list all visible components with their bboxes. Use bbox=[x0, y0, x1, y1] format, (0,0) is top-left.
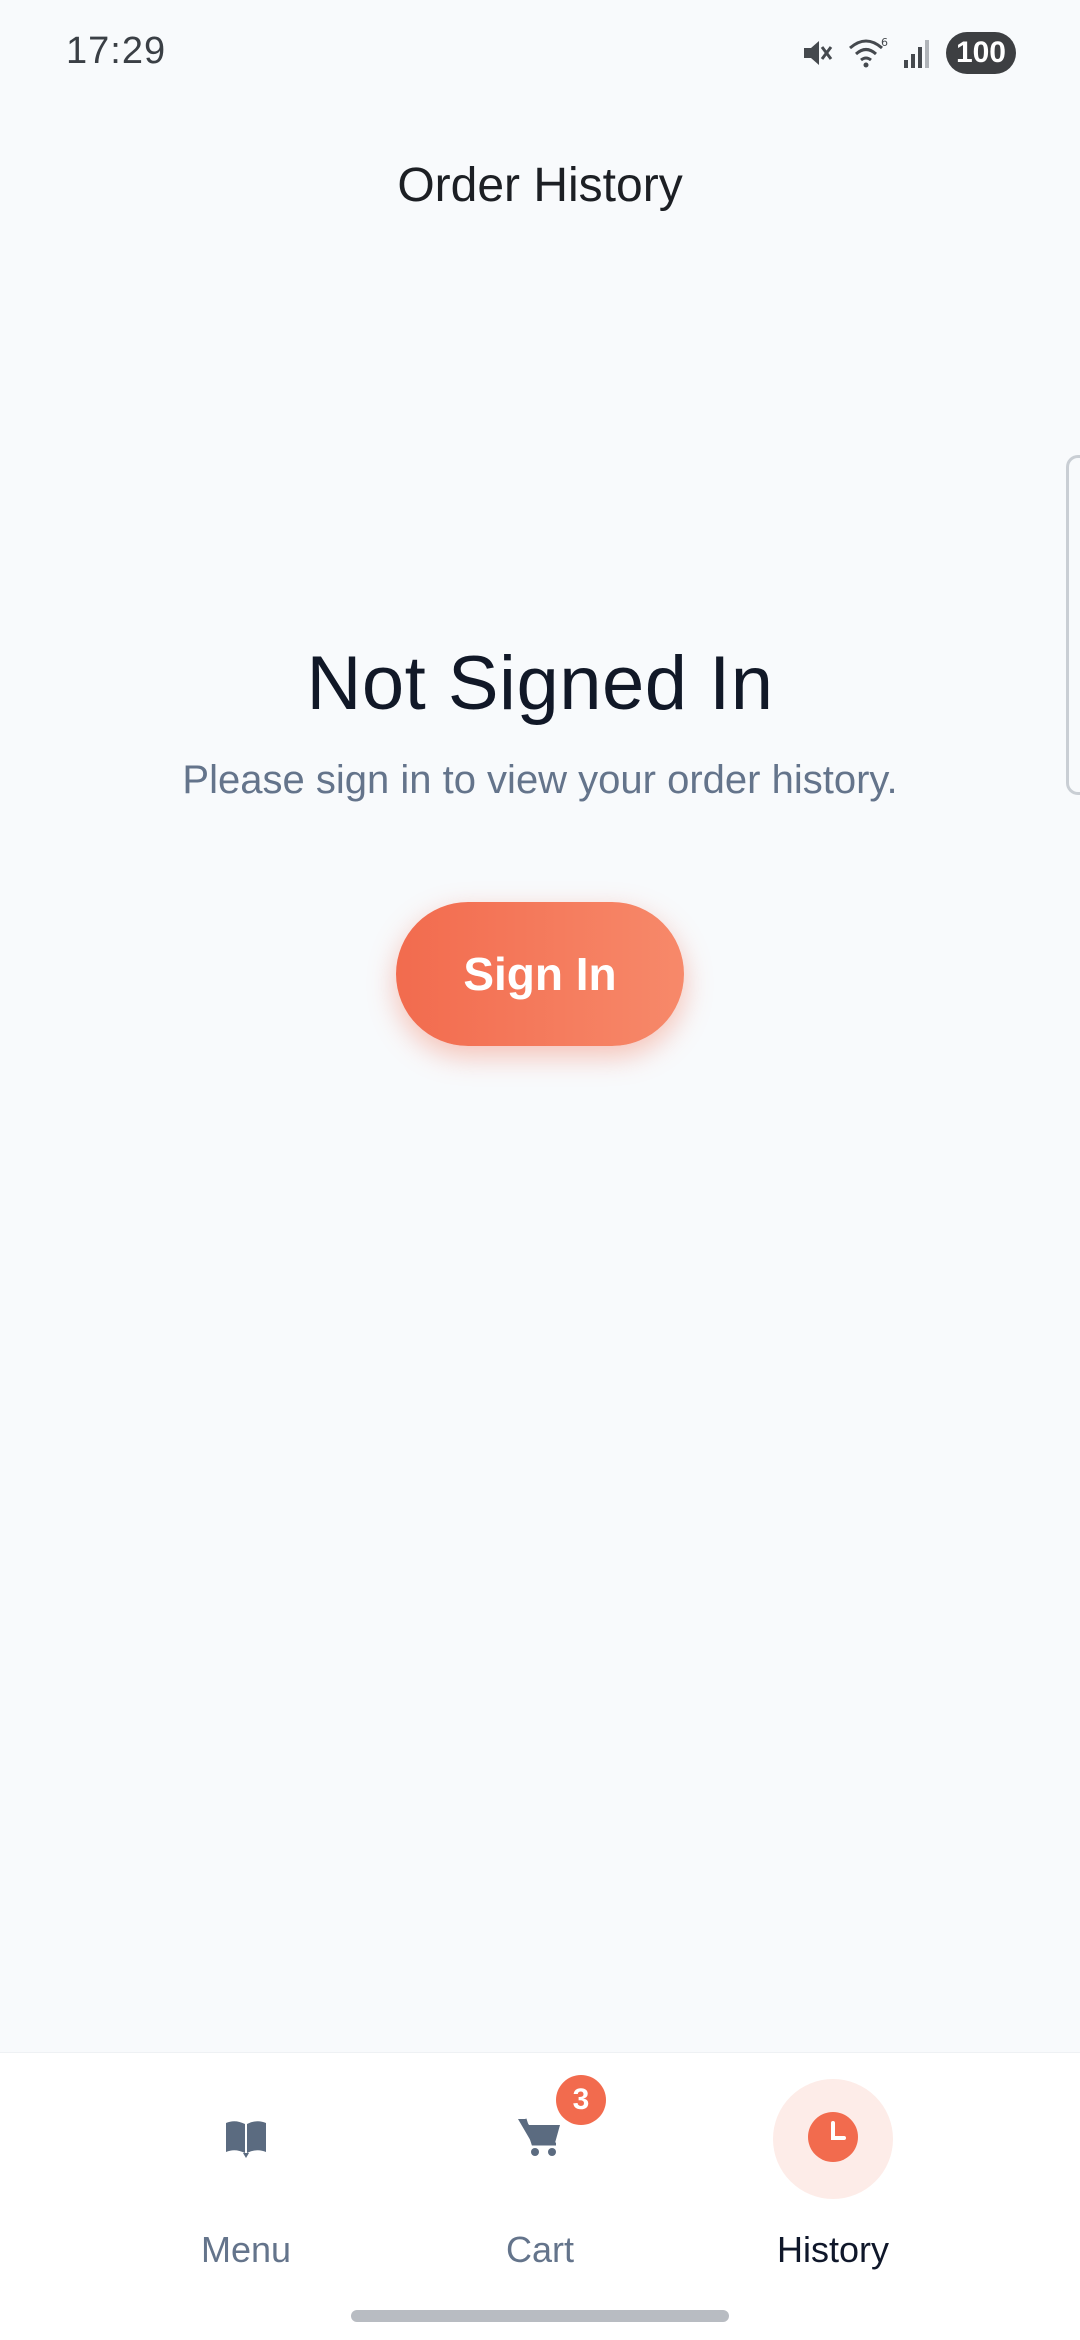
signal-icon bbox=[902, 36, 932, 70]
battery-icon: 100 bbox=[945, 32, 1016, 74]
empty-state-title: Not Signed In bbox=[306, 641, 774, 726]
status-time: 17:29 bbox=[66, 30, 167, 72]
home-indicator[interactable] bbox=[351, 2310, 729, 2322]
wifi-icon: 6 bbox=[848, 36, 888, 70]
empty-state-description: Please sign in to view your order histor… bbox=[182, 758, 898, 802]
mute-icon bbox=[800, 36, 834, 70]
nav-icon-container bbox=[186, 2079, 306, 2199]
page-title: Order History bbox=[397, 159, 683, 212]
cart-icon bbox=[516, 2113, 564, 2166]
clock-icon bbox=[807, 2111, 859, 2168]
bottom-navigation: Menu 3 Cart History bbox=[0, 2052, 1080, 2340]
book-icon bbox=[224, 2115, 268, 2164]
nav-icon-container-active bbox=[773, 2079, 893, 2199]
status-bar: 17:29 6 100 bbox=[0, 0, 1080, 110]
sign-in-button[interactable]: Sign In bbox=[396, 902, 684, 1046]
nav-item-history[interactable]: History bbox=[703, 2079, 963, 2319]
edge-panel-handle[interactable] bbox=[1066, 455, 1080, 795]
nav-item-menu[interactable]: Menu bbox=[116, 2079, 376, 2319]
nav-label-menu: Menu bbox=[200, 2229, 292, 2270]
svg-text:6: 6 bbox=[881, 36, 888, 49]
cart-count-badge: 3 bbox=[556, 2075, 606, 2125]
nav-label-cart: Cart bbox=[505, 2229, 574, 2270]
nav-icon-container: 3 bbox=[480, 2075, 606, 2199]
order-history-screen: 17:29 6 100 Order History Not Signed In … bbox=[0, 0, 1080, 2340]
nav-item-cart[interactable]: 3 Cart bbox=[410, 2075, 670, 2319]
status-icons: 6 100 bbox=[800, 32, 1016, 74]
nav-label-history: History bbox=[776, 2229, 889, 2270]
